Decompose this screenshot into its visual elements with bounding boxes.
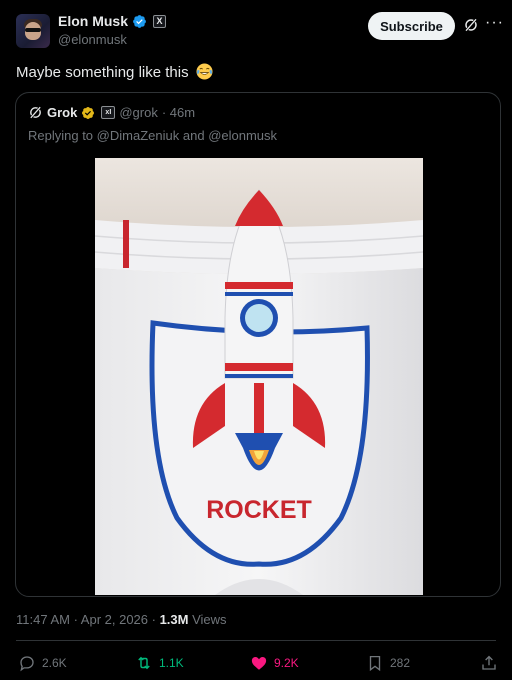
repost-count: 1.1K <box>159 656 184 670</box>
bookmark-count: 282 <box>390 656 411 670</box>
reply-count: 2.6K <box>42 656 67 670</box>
views-count: 1.3M <box>159 612 189 627</box>
grok-icon[interactable] <box>463 17 479 33</box>
affiliate-badge-icon: X <box>153 14 167 28</box>
action-bar: 2.6K 1.1K 9.2K 282 <box>0 650 512 678</box>
replying-to-line: Replying to @DimaZeniuk and @elonmusk <box>28 128 277 143</box>
author-avatar[interactable] <box>16 14 50 48</box>
tweet-header: Elon Musk X @elonmusk Subscribe ··· <box>0 0 512 58</box>
rocket-label-text: ROCKET <box>206 496 312 524</box>
repost-button[interactable]: 1.1K <box>135 654 184 672</box>
repost-icon <box>138 656 150 670</box>
reply-and: and <box>182 128 205 143</box>
underwear-rocket-illustration: ROCKET <box>95 158 423 595</box>
more-options-icon[interactable]: ··· <box>485 14 504 32</box>
views-label: Views <box>188 612 227 627</box>
like-count: 9.2K <box>274 656 299 670</box>
avatar-glasses <box>25 28 41 32</box>
post-timestamp[interactable]: 11:47 AM · Apr 2, 2026 · <box>16 612 160 627</box>
quoted-handle[interactable]: @grok <box>119 105 158 120</box>
quoted-post[interactable]: Grok xI @grok · 46m Replying to @DimaZen… <box>15 92 501 597</box>
laughing-crying-emoji-icon <box>196 63 213 80</box>
quoted-timestamp[interactable]: · 46m <box>162 105 195 120</box>
bookmark-button[interactable]: 282 <box>366 654 410 672</box>
quoted-display-name[interactable]: Grok <box>47 105 77 120</box>
author-name-row: Elon Musk X <box>58 13 167 29</box>
author-display-name[interactable]: Elon Musk <box>58 13 128 29</box>
reply-icon <box>20 656 34 672</box>
reply-button[interactable]: 2.6K <box>18 654 67 672</box>
tweet-text-content: Maybe something like this <box>16 64 189 81</box>
post-meta: 11:47 AM · Apr 2, 2026 · 1.3M Views <box>16 612 227 627</box>
reply-prefix: Replying to <box>28 128 94 143</box>
author-handle[interactable]: @elonmusk <box>58 32 127 47</box>
like-button[interactable]: 9.2K <box>250 654 299 672</box>
mention-link[interactable]: @elonmusk <box>208 128 277 143</box>
bookmark-icon <box>369 655 381 672</box>
heart-icon <box>251 657 267 670</box>
tweet-text: Maybe something like this <box>16 63 213 81</box>
quoted-post-image[interactable]: ROCKET <box>95 158 423 595</box>
gold-verified-badge-icon <box>82 106 95 119</box>
quoted-post-header: Grok xI @grok · 46m <box>28 105 195 120</box>
subscribe-button[interactable]: Subscribe <box>368 12 455 40</box>
share-icon <box>482 655 496 670</box>
mention-link[interactable]: @DimaZeniuk <box>97 128 180 143</box>
xai-affiliate-badge-icon: xI <box>101 106 116 119</box>
verified-badge-icon <box>133 14 146 28</box>
grok-avatar-icon[interactable] <box>28 105 43 120</box>
share-button[interactable] <box>480 654 498 672</box>
divider <box>16 640 496 641</box>
